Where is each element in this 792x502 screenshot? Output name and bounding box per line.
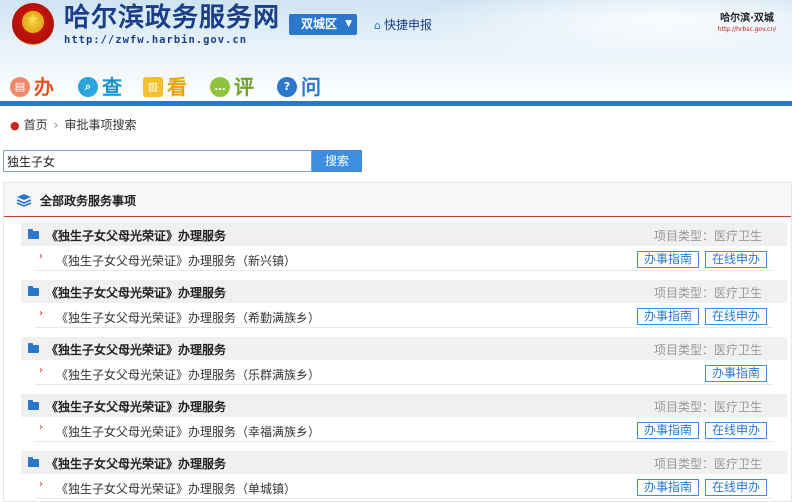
panel-header: 全部政务服务事项 xyxy=(4,183,791,217)
group-type: 项目类型：医疗卫生 xyxy=(653,400,762,414)
list-item: › 《独生子女父母光荣证》办理服务（幸福满族乡） 办事指南 在线申办 xyxy=(36,418,772,442)
chevron-right-icon: › xyxy=(53,118,59,132)
online-apply-button[interactable]: 在线申办 xyxy=(705,422,767,439)
group-title[interactable]: 《独生子女父母光荣证》办理服务 xyxy=(46,284,226,301)
service-guide-button[interactable]: 办事指南 xyxy=(637,422,699,439)
search-button[interactable]: 搜索 xyxy=(312,150,362,172)
group-title[interactable]: 《独生子女父母光荣证》办理服务 xyxy=(46,341,226,358)
comment-icon: … xyxy=(210,77,230,97)
nav-label: 看 xyxy=(167,75,187,99)
folder-icon xyxy=(28,286,39,296)
chevron-right-icon: › xyxy=(39,365,43,376)
group-title[interactable]: 《独生子女父母光荣证》办理服务 xyxy=(46,398,226,415)
list-item: › 《独生子女父母光荣证》办理服务（新兴镇） 办事指南 在线申办 xyxy=(36,247,772,271)
online-apply-button[interactable]: 在线申办 xyxy=(705,479,767,496)
layers-icon xyxy=(16,194,32,207)
document-icon: ▤ xyxy=(10,77,30,97)
question-icon: ? xyxy=(277,77,297,97)
folder-icon xyxy=(28,400,39,410)
item-title[interactable]: 《独生子女父母光荣证》办理服务（单城镇） xyxy=(56,480,296,497)
quick-apply-link[interactable]: ⌂ 快捷申报 xyxy=(374,16,432,33)
item-title[interactable]: 《独生子女父母光荣证》办理服务（新兴镇） xyxy=(56,252,296,269)
breadcrumb: ● 首页 › 审批事项搜索 xyxy=(10,116,136,133)
district-selector[interactable]: 双城区 ▼ xyxy=(289,14,357,35)
group-type: 项目类型：医疗卫生 xyxy=(653,343,762,357)
nav-item-ping[interactable]: … 评 xyxy=(210,72,254,102)
district-logo-url: http://hrbsc.gov.cn/ xyxy=(717,26,777,33)
group-header: 《独生子女父母光荣证》办理服务 项目类型：医疗卫生 xyxy=(21,394,787,417)
group-type: 项目类型：医疗卫生 xyxy=(653,286,762,300)
home-icon: ⌂ xyxy=(374,19,381,32)
panel-title: 全部政务服务事项 xyxy=(40,194,137,208)
item-title[interactable]: 《独生子女父母光荣证》办理服务（乐群满族乡） xyxy=(56,366,320,383)
chevron-right-icon: › xyxy=(39,308,43,319)
folder-icon xyxy=(28,343,39,353)
nav-item-kan[interactable]: ▥ 看 xyxy=(143,72,187,102)
chevron-right-icon: › xyxy=(39,251,43,262)
breadcrumb-home[interactable]: 首页 xyxy=(24,118,48,132)
district-logo-name: 哈尔滨·双城 xyxy=(720,13,774,24)
nav-item-cha[interactable]: ⌕ 查 xyxy=(78,72,122,102)
location-pin-icon: ● xyxy=(10,119,20,132)
folder-icon xyxy=(28,229,39,239)
online-apply-button[interactable]: 在线申办 xyxy=(705,308,767,325)
nav-item-ban[interactable]: ▤ 办 xyxy=(10,72,54,102)
group-title[interactable]: 《独生子女父母光荣证》办理服务 xyxy=(46,455,226,472)
list-item: › 《独生子女父母光荣证》办理服务（希勤满族乡） 办事指南 在线申办 xyxy=(36,304,772,328)
nav-label: 评 xyxy=(234,75,254,99)
group-header: 《独生子女父母光荣证》办理服务 项目类型：医疗卫生 xyxy=(21,280,787,303)
service-guide-button[interactable]: 办事指南 xyxy=(637,251,699,268)
district-logo[interactable]: 哈尔滨·双城 http://hrbsc.gov.cn/ xyxy=(712,9,782,33)
list-item: › 《独生子女父母光荣证》办理服务（单城镇） 办事指南 在线申办 xyxy=(36,475,772,499)
district-label: 双城区 xyxy=(301,17,338,31)
results-panel: 全部政务服务事项 《独生子女父母光荣证》办理服务 项目类型：医疗卫生 › 《独生… xyxy=(3,182,792,502)
group-header: 《独生子女父母光荣证》办理服务 项目类型：医疗卫生 xyxy=(21,451,787,474)
book-icon: ▥ xyxy=(143,77,163,97)
nav-item-wen[interactable]: ? 问 xyxy=(277,72,321,102)
group-type: 项目类型：医疗卫生 xyxy=(653,229,762,243)
national-emblem-icon: ★ xyxy=(12,3,54,45)
chevron-right-icon: › xyxy=(39,422,43,433)
nav-label: 问 xyxy=(301,75,321,99)
chevron-right-icon: › xyxy=(39,479,43,490)
site-title[interactable]: 哈尔滨政务服务网 xyxy=(64,3,280,33)
service-guide-button[interactable]: 办事指南 xyxy=(705,365,767,382)
caret-down-icon: ▼ xyxy=(345,19,352,29)
service-guide-button[interactable]: 办事指南 xyxy=(637,479,699,496)
group-header: 《独生子女父母光荣证》办理服务 项目类型：医疗卫生 xyxy=(21,223,787,246)
nav-label: 查 xyxy=(102,75,122,99)
item-title[interactable]: 《独生子女父母光荣证》办理服务（希勤满族乡） xyxy=(56,309,320,326)
group-title[interactable]: 《独生子女父母光荣证》办理服务 xyxy=(46,227,226,244)
group-header: 《独生子女父母光荣证》办理服务 项目类型：医疗卫生 xyxy=(21,337,787,360)
search-icon: ⌕ xyxy=(78,77,98,97)
nav-divider xyxy=(0,101,792,106)
breadcrumb-current: 审批事项搜索 xyxy=(64,118,137,132)
item-title[interactable]: 《独生子女父母光荣证》办理服务（幸福满族乡） xyxy=(56,423,320,440)
list-item: › 《独生子女父母光荣证》办理服务（乐群满族乡） 办事指南 xyxy=(36,361,772,385)
online-apply-button[interactable]: 在线申办 xyxy=(705,251,767,268)
nav-label: 办 xyxy=(34,75,54,99)
search-input[interactable] xyxy=(3,150,312,172)
site-url: http://zwfw.harbin.gov.cn xyxy=(64,34,248,46)
quick-apply-label: 快捷申报 xyxy=(383,18,432,32)
group-type: 项目类型：医疗卫生 xyxy=(653,457,762,471)
folder-icon xyxy=(28,457,39,467)
main-nav: ▤ 办 ⌕ 查 ▥ 看 … 评 ? 问 xyxy=(0,72,792,102)
service-guide-button[interactable]: 办事指南 xyxy=(637,308,699,325)
